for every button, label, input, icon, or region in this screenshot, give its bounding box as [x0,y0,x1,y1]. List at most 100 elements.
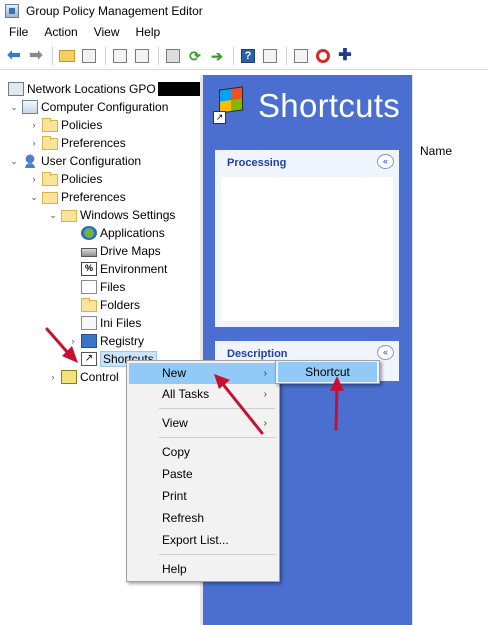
show-hide-action-pane-button[interactable] [260,46,280,66]
menu-file[interactable]: File [0,25,36,39]
menu-help[interactable]: Help [128,25,169,39]
user-icon [22,154,38,168]
print-button[interactable] [163,46,183,66]
tree-item-label: Registry [100,334,145,348]
expanded-chevron-icon[interactable]: ⌄ [47,210,59,221]
submenu-arrow-icon: › [263,418,267,429]
collapsed-chevron-icon[interactable]: › [28,120,40,130]
expanded-chevron-icon[interactable]: ⌄ [8,102,20,113]
tree-item-label: Applications [100,226,165,240]
details-pane: Name [412,75,488,625]
tree-item-label: Windows Settings [80,208,176,222]
menu-item-refresh[interactable]: Refresh [129,508,277,529]
copy-button[interactable] [110,46,130,66]
tree-item-folders[interactable]: Folders [79,296,140,314]
menu-item-new[interactable]: New › [129,363,277,384]
back-button[interactable]: ⬅ [4,46,24,66]
tree-item-user-configuration[interactable]: ⌄ User Configuration [8,152,141,170]
tree-item-drive-maps[interactable]: Drive Maps [79,242,161,260]
up-folder-icon [59,50,75,62]
collapsed-chevron-icon[interactable]: › [28,138,40,148]
tree-item-label: Preferences [61,190,126,204]
up-one-level-button[interactable] [57,46,77,66]
tree-item-files[interactable]: Files [79,278,125,296]
menu-item-label: All Tasks [162,387,210,401]
help-icon: ? [241,49,255,63]
show-hide-action-pane-icon [263,49,277,63]
gpo-icon [8,82,24,96]
ini-file-icon [81,316,97,330]
expanded-chevron-icon[interactable]: ⌄ [28,192,40,203]
menu-item-shortcut[interactable]: Shortcut [278,362,377,382]
folder-icon [42,171,58,186]
collapse-chevron-icon[interactable]: « [377,345,394,360]
menu-item-all-tasks[interactable]: All Tasks › [129,384,277,405]
tree-item-applications[interactable]: Applications [79,224,165,242]
menu-item-view[interactable]: View › [129,413,277,434]
processing-panel: Processing « [215,150,399,327]
export-list-button[interactable]: ➔ [207,46,227,66]
title-bar: Group Policy Management Editor [0,0,488,22]
menu-view[interactable]: View [86,25,128,39]
tree-item-control-panel[interactable]: › Control [47,368,119,386]
tree-item-environment[interactable]: % Environment [79,260,167,278]
folder-icon [42,117,58,132]
folder-icon [42,135,58,150]
add-icon: ✚ [338,47,352,64]
stop-button[interactable] [313,46,333,66]
properties-button[interactable] [291,46,311,66]
tree-item-uc-preferences[interactable]: ⌄ Preferences [28,188,126,206]
add-button[interactable]: ✚ [335,46,355,66]
tree-item-cc-policies[interactable]: › Policies [28,116,102,134]
folders-icon [81,297,97,312]
submenu-arrow-icon: › [263,389,267,400]
menu-item-label: View [162,416,188,430]
help-button[interactable]: ? [238,46,258,66]
show-hide-tree-button[interactable] [79,46,99,66]
tree-item-label: Network Locations GPO [27,82,156,96]
collapsed-chevron-icon[interactable]: › [47,372,59,382]
menu-item-label: Export List... [162,533,229,547]
tree-item-ini-files[interactable]: Ini Files [79,314,141,332]
tree-item-label: Ini Files [100,316,142,330]
forward-button[interactable]: ➡ [26,46,46,66]
menu-item-label: Paste [162,467,193,481]
tree-item-cc-preferences[interactable]: › Preferences [28,134,126,152]
new-submenu: Shortcut [275,360,380,384]
tree-item-label: User Configuration [41,154,142,168]
tree-item-root[interactable]: Network Locations GPO [6,80,218,98]
window-title: Group Policy Management Editor [26,4,203,18]
drive-icon [81,248,97,257]
collapsed-chevron-icon[interactable]: › [67,336,79,346]
toolbar-separator [158,47,159,65]
tree-item-label: Preferences [61,136,126,150]
files-icon [81,280,97,294]
menu-bar: File Action View Help [0,22,488,42]
tree-item-uc-policies[interactable]: › Policies [28,170,102,188]
tree-item-registry[interactable]: › Registry [67,332,144,350]
menu-item-export-list[interactable]: Export List... [129,530,277,551]
toolbar-separator [105,47,106,65]
stop-icon [316,49,330,63]
menu-separator [159,554,275,555]
shortcut-icon: ↗ [81,352,97,366]
control-panel-icon [61,370,77,384]
menu-item-help[interactable]: Help [129,559,277,580]
forward-arrow-icon: ➡ [29,47,43,64]
tree-item-computer-configuration[interactable]: ⌄ Computer Configuration [8,98,168,116]
menu-action[interactable]: Action [36,25,85,39]
collapse-chevron-icon[interactable]: « [377,154,394,169]
menu-separator [159,408,275,409]
menu-item-copy[interactable]: Copy [129,442,277,463]
computer-icon [22,100,38,114]
menu-item-print[interactable]: Print [129,486,277,507]
refresh-button[interactable]: ⟳ [185,46,205,66]
tree-item-windows-settings[interactable]: ⌄ Windows Settings [47,206,175,224]
expanded-chevron-icon[interactable]: ⌄ [8,156,20,167]
menu-item-paste[interactable]: Paste [129,464,277,485]
shortcuts-large-icon: ↗ [213,86,246,124]
collapsed-chevron-icon[interactable]: › [28,174,40,184]
column-header-name[interactable]: Name [420,144,452,158]
paste-button[interactable] [132,46,152,66]
windows-logo-icon [219,86,243,114]
